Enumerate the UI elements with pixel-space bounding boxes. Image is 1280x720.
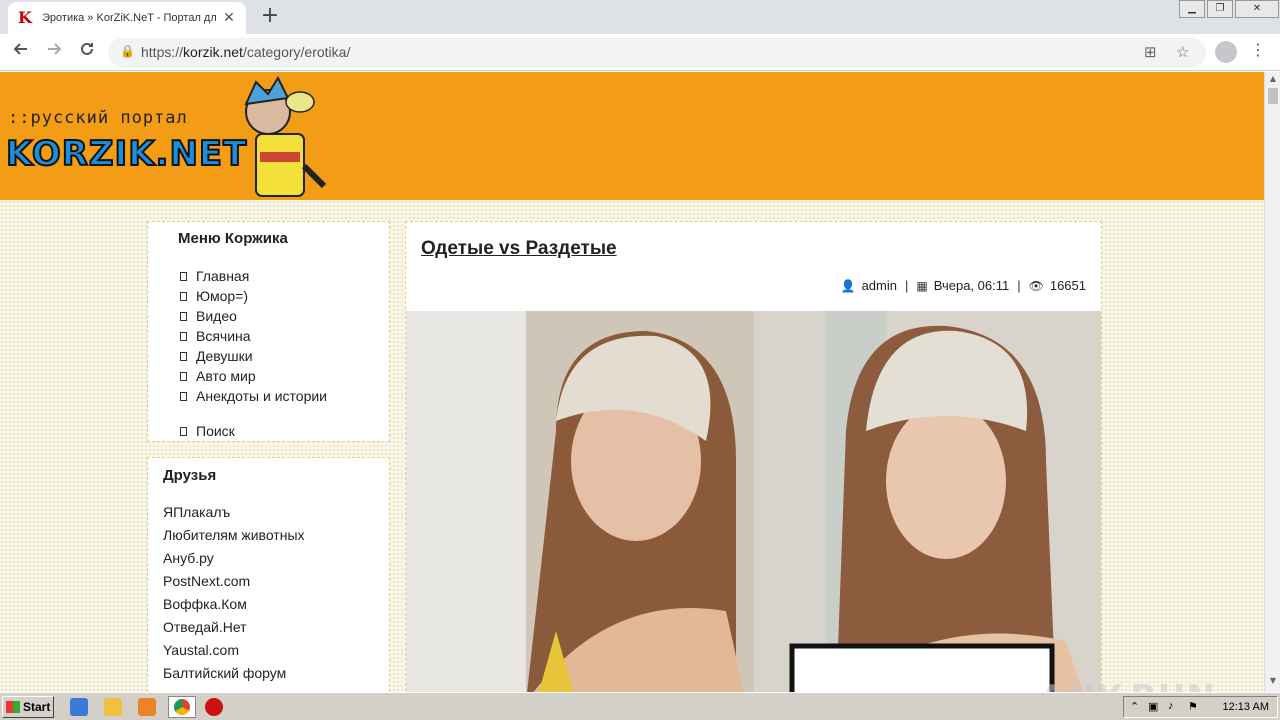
tab-title: Эротика » KorZiK.NeT - Портал для: [42, 12, 216, 24]
logo-tagline: ::русский портал: [8, 108, 188, 128]
chrome-taskbar-button[interactable]: [168, 696, 196, 718]
article-date: Вчера, 06:11: [933, 278, 1010, 293]
bullet-icon: [180, 391, 187, 401]
friend-link[interactable]: Воффка.Ком: [163, 596, 305, 619]
menu-title: Меню Коржика: [178, 230, 288, 247]
menu-item[interactable]: Авто мир: [180, 366, 327, 386]
bullet-icon: [180, 291, 187, 301]
friend-link[interactable]: Любителям животных: [163, 527, 305, 550]
forward-button[interactable]: [42, 40, 66, 64]
menu-item[interactable]: Главная: [180, 266, 327, 286]
scroll-thumb[interactable]: [1268, 88, 1278, 104]
article-card: Одетые vs Раздетые 👤 admin | ▦ Вчера, 06…: [405, 221, 1102, 692]
menu-item[interactable]: Юмор=): [180, 286, 327, 306]
friends-title: Друзья: [163, 467, 217, 484]
window-controls: ▁ ❐ ✕: [1178, 0, 1280, 18]
flag-icon[interactable]: ⚑: [1188, 700, 1198, 713]
forward-arrow-icon: [48, 43, 62, 55]
friends-box: Друзья ЯПлакалъ Любителям животных Ануб.…: [147, 457, 390, 692]
menu-item[interactable]: Девушки: [180, 346, 327, 366]
korzik-favicon-icon: K: [18, 8, 32, 27]
back-arrow-icon: [13, 43, 27, 55]
windows-taskbar: Start ⌃ ▣ ♪ ⚑ 12:13 AM: [0, 692, 1280, 720]
tab-strip: K Эротика » KorZiK.NeT - Портал для ✕ + …: [0, 0, 1280, 34]
friend-link[interactable]: Отведай.Нет: [163, 619, 305, 642]
speaker-icon[interactable]: ♪: [1168, 700, 1174, 712]
tray-expand-icon[interactable]: ⌃: [1130, 700, 1139, 713]
tab-close-icon[interactable]: ✕: [222, 10, 236, 26]
reload-icon: [81, 42, 93, 55]
menu-box: Меню Коржика Главная Юмор=) Видео Всячин…: [147, 221, 390, 442]
friend-link[interactable]: Балтийский форум: [163, 665, 305, 688]
bullet-icon: [180, 271, 187, 281]
bookmark-star-icon[interactable]: ☆: [1176, 43, 1189, 61]
chrome-icon: [174, 699, 190, 715]
friend-link[interactable]: Ануб.ру: [163, 550, 305, 573]
new-tab-button[interactable]: +: [258, 5, 282, 29]
article-meta: 👤 admin | ▦ Вчера, 06:11 | 👁 16651: [840, 278, 1086, 293]
network-icon[interactable]: ▣: [1148, 700, 1158, 713]
address-bar[interactable]: 🔒 https://korzik.net/category/erotika/ ⊞…: [108, 38, 1206, 67]
chrome-menu-icon[interactable]: ⋮: [1250, 40, 1266, 59]
antivirus-icon[interactable]: [205, 698, 223, 716]
page-scrollbar[interactable]: ▲ ▼: [1264, 72, 1280, 692]
browser-toolbar: 🔒 https://korzik.net/category/erotika/ ⊞…: [0, 34, 1280, 71]
scroll-up-icon[interactable]: ▲: [1265, 74, 1280, 88]
menu-item[interactable]: Всячина: [180, 326, 327, 346]
article-views: 16651: [1049, 278, 1086, 293]
eye-icon: 👁: [1028, 278, 1044, 293]
restore-button[interactable]: ❐: [1207, 0, 1233, 18]
friends-list: ЯПлакалъ Любителям животных Ануб.ру Post…: [163, 504, 305, 688]
web-page: ::русский портал KORZIK.NET Меню Коржика…: [0, 72, 1264, 692]
friend-link[interactable]: PostNext.com: [163, 573, 305, 596]
article-photo[interactable]: [406, 311, 1102, 692]
menu-item-search[interactable]: Поиск: [180, 421, 327, 441]
system-tray: ⌃ ▣ ♪ ⚑ 12:13 AM: [1123, 696, 1278, 718]
start-button[interactable]: Start: [2, 696, 54, 718]
bullet-icon: [180, 371, 187, 381]
reload-button[interactable]: [75, 40, 99, 64]
clock: 12:13 AM: [1222, 701, 1269, 713]
article-author[interactable]: admin: [862, 278, 897, 293]
anyrun-watermark: ANY.RUN: [1040, 678, 1216, 692]
bullet-icon: [180, 331, 187, 341]
url-text: https://korzik.net/category/erotika/: [141, 44, 351, 60]
site-logo[interactable]: KORZIK.NET: [5, 133, 247, 175]
friend-link[interactable]: Yaustal.com: [163, 642, 305, 665]
explorer-folder-icon[interactable]: [104, 698, 122, 716]
user-icon: 👤: [840, 278, 856, 293]
friend-link[interactable]: ЯПлакалъ: [163, 504, 305, 527]
media-player-icon[interactable]: [138, 698, 156, 716]
menu-list: Главная Юмор=) Видео Всячина Девушки Авт…: [180, 266, 327, 441]
close-window-button[interactable]: ✕: [1235, 0, 1279, 18]
bullet-icon: [180, 311, 187, 321]
bullet-icon: [180, 426, 187, 436]
menu-item[interactable]: Видео: [180, 306, 327, 326]
browser-tab[interactable]: K Эротика » KorZiK.NeT - Портал для ✕: [8, 2, 246, 34]
article-title[interactable]: Одетые vs Раздетые: [421, 238, 617, 260]
ie-icon[interactable]: [70, 698, 88, 716]
minimize-button[interactable]: ▁: [1179, 0, 1205, 18]
menu-item[interactable]: Анекдоты и истории: [180, 386, 327, 406]
calendar-icon: ▦: [916, 278, 928, 293]
back-button[interactable]: [9, 40, 33, 64]
bullet-icon: [180, 351, 187, 361]
profile-avatar-icon[interactable]: [1215, 41, 1237, 63]
lock-icon: 🔒: [120, 44, 135, 58]
mascot-image: [244, 75, 327, 197]
scroll-down-icon[interactable]: ▼: [1265, 676, 1280, 690]
site-header: ::русский портал KORZIK.NET: [0, 72, 1264, 200]
translate-icon[interactable]: ⊞: [1144, 43, 1157, 61]
windows-logo-icon: [6, 701, 20, 713]
